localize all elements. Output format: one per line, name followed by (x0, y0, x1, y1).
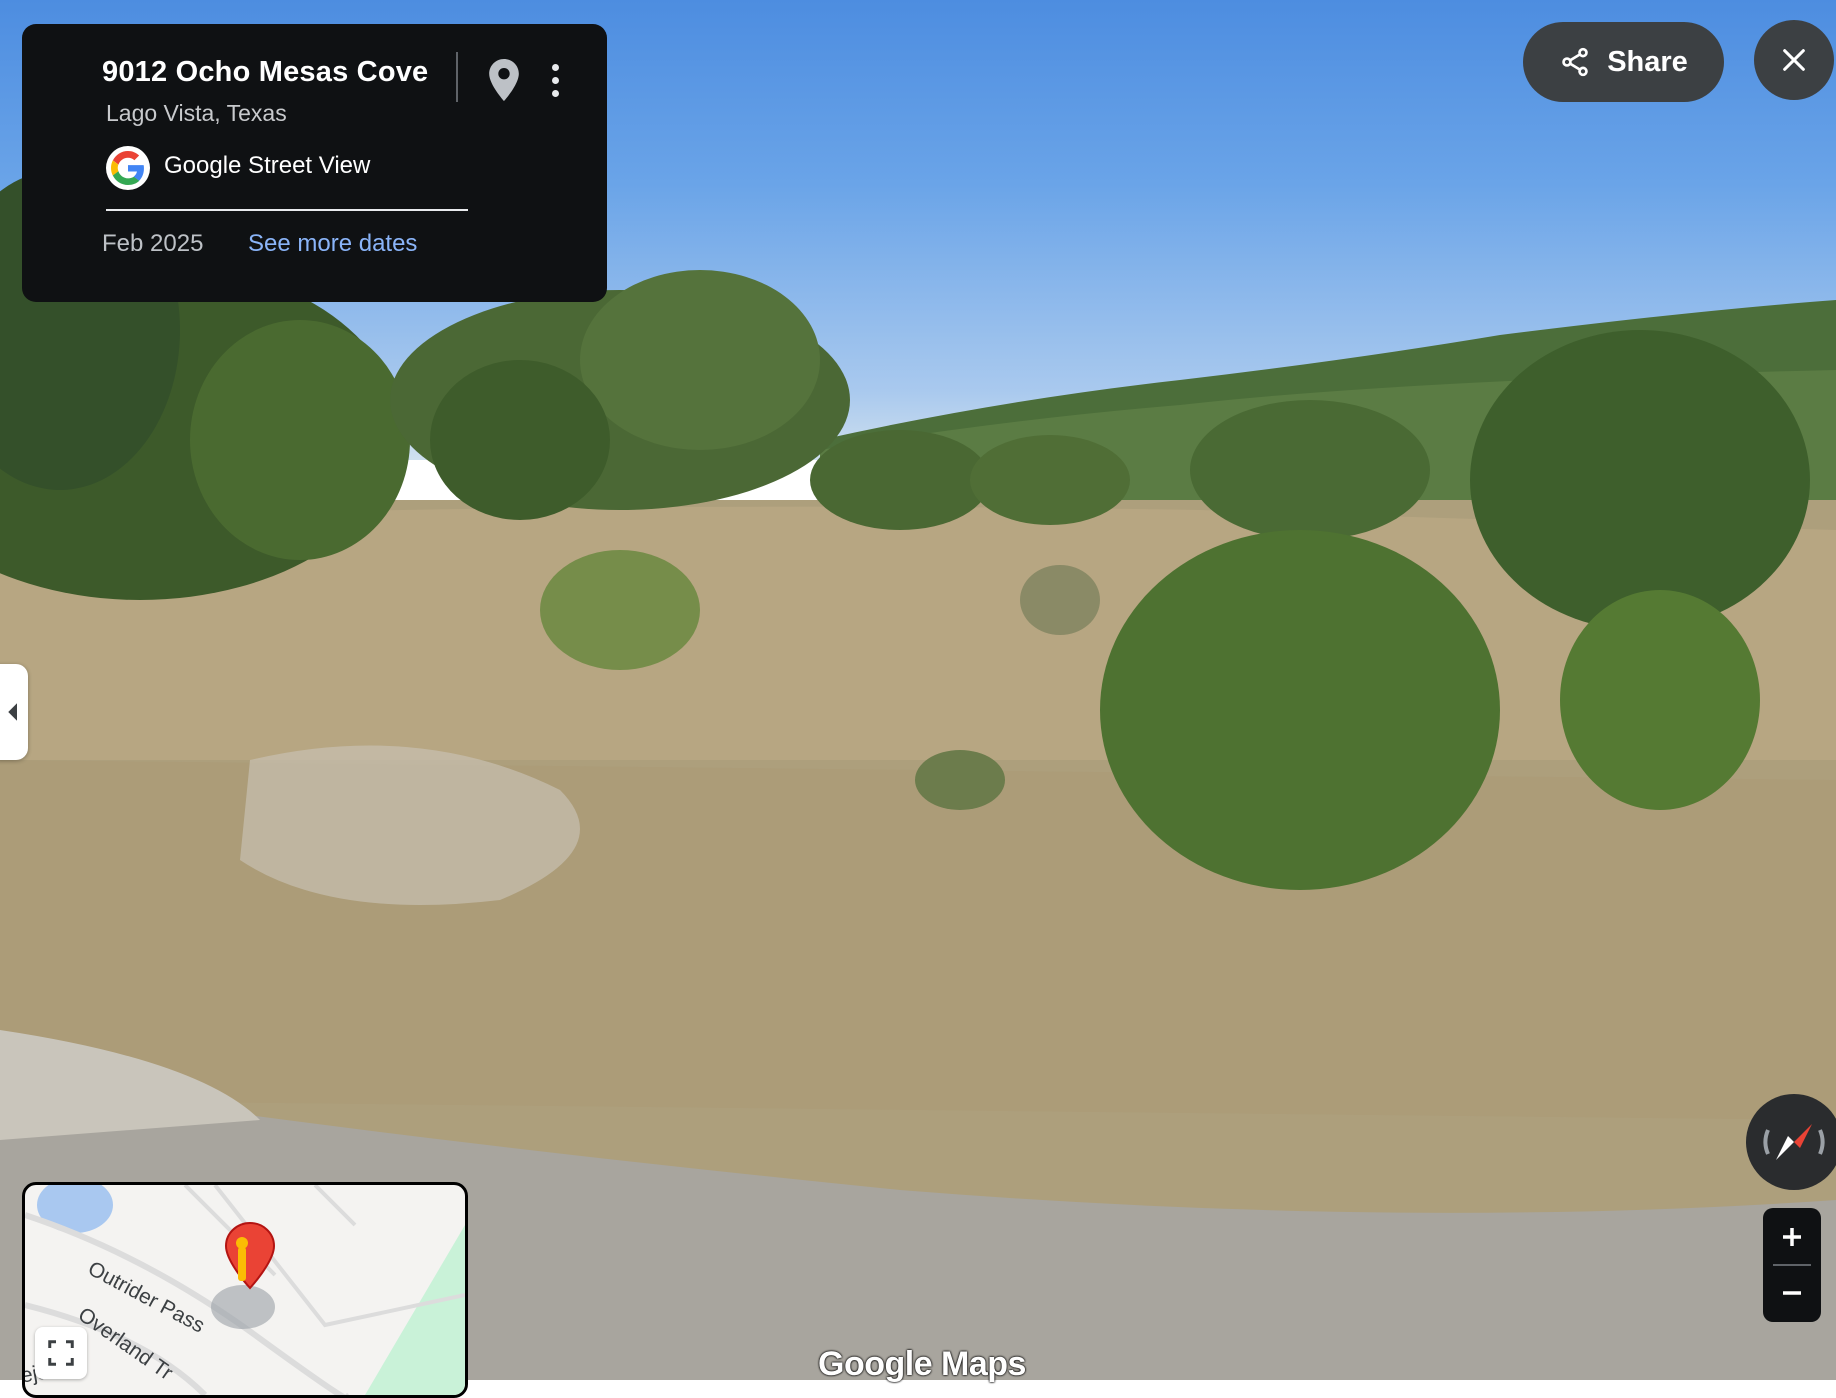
map-pin-icon (489, 59, 519, 101)
compass-button[interactable] (1746, 1094, 1836, 1190)
juniper-bush-right (1560, 590, 1760, 810)
google-maps-watermark: Google Maps (818, 1345, 1026, 1383)
more-vert-icon (551, 63, 559, 71)
location-info-card: 9012 Ocho Mesas Cove Lago Vista, Texas G… (22, 24, 607, 302)
share-button[interactable]: Share (1523, 22, 1724, 102)
close-button[interactable] (1754, 20, 1834, 100)
header-divider (456, 52, 458, 102)
map-pin-button[interactable] (484, 54, 524, 106)
google-g-icon (106, 146, 150, 190)
minimap[interactable]: Outrider Pass Overland Tr ejas (22, 1182, 468, 1398)
zoom-control (1763, 1208, 1821, 1322)
see-more-dates-link[interactable]: See more dates (248, 230, 417, 258)
minus-icon (1783, 1291, 1801, 1295)
location-title: 9012 Ocho Mesas Cove (102, 56, 429, 88)
more-options-button[interactable] (542, 58, 568, 102)
shrub-small (540, 550, 700, 670)
plus-icon (1783, 1228, 1801, 1246)
close-icon (1783, 49, 1805, 71)
pegman-marker-icon (224, 1221, 276, 1290)
zoom-in-button[interactable] (1763, 1210, 1821, 1264)
share-label: Share (1607, 45, 1688, 78)
compass-icon (1763, 1124, 1825, 1160)
capture-date: Feb 2025 (102, 230, 204, 257)
fullscreen-icon (48, 1340, 74, 1366)
provider-label: Google Street View (164, 152, 371, 179)
zoom-out-button[interactable] (1763, 1266, 1821, 1320)
collapse-panel-tab[interactable] (0, 664, 28, 760)
location-subtitle: Lago Vista, Texas (106, 100, 287, 126)
chevron-left-icon (8, 703, 17, 721)
tree-cluster-right (1470, 330, 1810, 630)
juniper-bush-large (1100, 530, 1500, 890)
provider-divider (106, 209, 468, 211)
expand-minimap-button[interactable] (35, 1327, 87, 1379)
share-icon (1562, 47, 1588, 77)
